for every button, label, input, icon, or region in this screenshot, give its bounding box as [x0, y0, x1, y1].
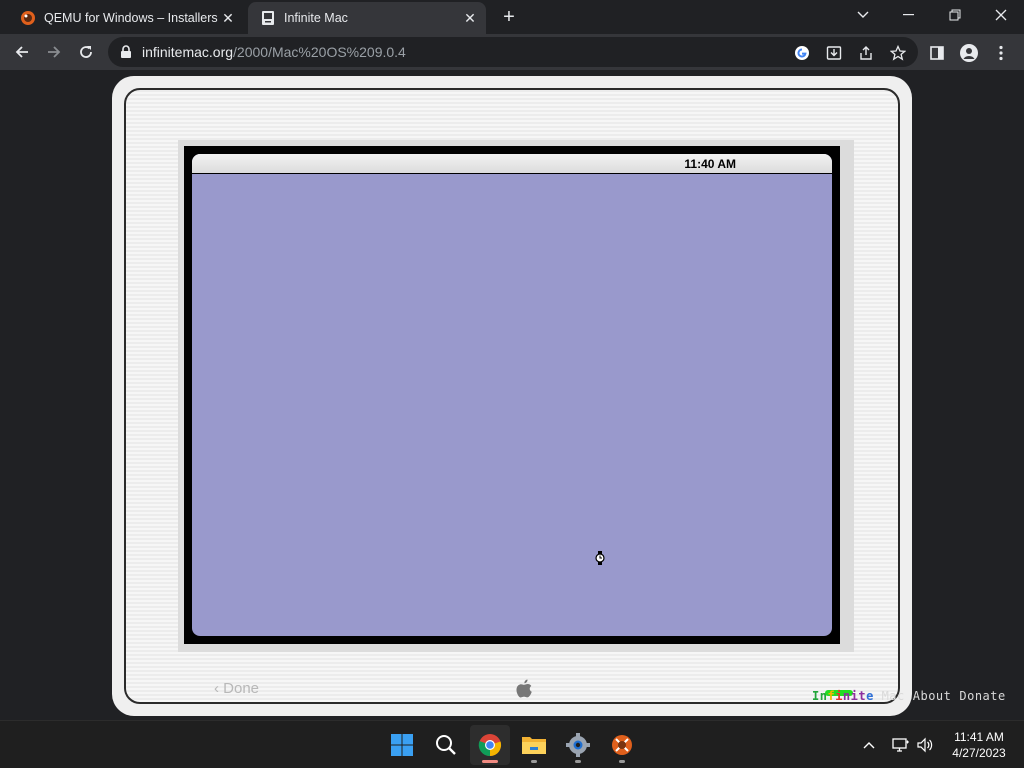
- restore-icon[interactable]: [932, 0, 978, 30]
- monitor-frame: 11:40 AM ‹ Done: [124, 88, 900, 704]
- brand-part: In: [812, 689, 828, 703]
- settings-icon: [566, 733, 590, 757]
- taskbar-time: 11:41 AM: [954, 730, 1004, 744]
- brand-part: i: [835, 689, 843, 703]
- done-button[interactable]: ‹ Done: [214, 680, 259, 697]
- forward-icon[interactable]: [40, 38, 68, 66]
- brand-part: Mac: [873, 689, 905, 703]
- side-panel-icon[interactable]: [926, 42, 948, 64]
- mac-favicon-icon: [262, 11, 274, 25]
- running-indicator: [482, 760, 498, 763]
- file-explorer-icon: [522, 737, 546, 754]
- mac-menu-bar[interactable]: 11:40 AM: [192, 154, 832, 174]
- start-button[interactable]: [382, 725, 422, 765]
- monitor-bezel: 11:40 AM ‹ Done: [112, 76, 912, 716]
- infinite-mac-brand[interactable]: Infinite Mac: [812, 689, 905, 703]
- taskbar-clock[interactable]: 11:41 AM 4/27/2023: [944, 729, 1014, 761]
- chrome-taskbar-button[interactable]: [470, 725, 510, 765]
- emulator-screen[interactable]: 11:40 AM: [184, 146, 840, 644]
- watch-cursor-icon: [595, 551, 605, 565]
- profile-avatar-icon[interactable]: [958, 42, 980, 64]
- menu-bar-clock[interactable]: 11:40 AM: [684, 157, 736, 171]
- close-tab-icon[interactable]: ✕: [460, 8, 480, 28]
- address-bar[interactable]: infinitemac.org/2000/Mac%20OS%209.0.4: [108, 37, 918, 67]
- close-window-icon[interactable]: [978, 0, 1024, 30]
- start-icon: [391, 734, 413, 756]
- running-indicator: [575, 760, 581, 763]
- network-icon[interactable]: [890, 735, 912, 755]
- show-hidden-icons-icon[interactable]: [858, 735, 880, 755]
- google-lens-icon[interactable]: [792, 43, 812, 63]
- lock-icon[interactable]: [120, 45, 132, 59]
- share-icon[interactable]: [856, 43, 876, 63]
- about-link[interactable]: About: [913, 689, 952, 703]
- tab-qemu[interactable]: QEMU for Windows – Installers (6 ✕: [8, 2, 244, 34]
- chrome-icon: [478, 734, 502, 757]
- donate-link[interactable]: Donate: [959, 689, 1005, 703]
- qemu-icon: [612, 735, 632, 755]
- search-icon: [436, 735, 456, 755]
- url-text: infinitemac.org/2000/Mac%20OS%209.0.4: [142, 44, 406, 60]
- tab-title: Infinite Mac: [284, 11, 348, 25]
- minimize-icon[interactable]: [886, 0, 932, 30]
- running-indicator: [619, 760, 625, 763]
- bookmark-star-icon[interactable]: [888, 43, 908, 63]
- settings-taskbar-button[interactable]: [558, 725, 598, 765]
- volume-icon[interactable]: [914, 735, 936, 755]
- qemu-taskbar-button[interactable]: [602, 725, 642, 765]
- url-host: infinitemac.org: [142, 44, 234, 60]
- windows-taskbar: 11:41 AM 4/27/2023: [0, 720, 1024, 768]
- close-tab-icon[interactable]: ✕: [218, 8, 238, 28]
- running-indicator: [531, 760, 537, 763]
- qemu-favicon-icon: [21, 11, 35, 25]
- search-button[interactable]: [426, 725, 466, 765]
- back-icon[interactable]: [8, 38, 36, 66]
- url-path: /2000/Mac%20OS%209.0.4: [233, 44, 406, 60]
- file-explorer-taskbar-button[interactable]: [514, 725, 554, 765]
- page-content: 11:40 AM ‹ Done Infinite Mac About Donat…: [0, 70, 1024, 720]
- tab-infinite-mac[interactable]: Infinite Mac ✕: [248, 2, 486, 34]
- brand-part: nit: [842, 689, 867, 703]
- new-tab-button[interactable]: +: [498, 6, 520, 28]
- tab-strip: QEMU for Windows – Installers (6 ✕ Infin…: [0, 0, 1024, 34]
- taskbar-date: 4/27/2023: [952, 746, 1006, 760]
- mac-desktop[interactable]: 11:40 AM: [192, 154, 832, 636]
- tab-search-icon[interactable]: [840, 0, 886, 30]
- brand-part: e: [866, 689, 874, 703]
- site-footer: Infinite Mac About Donate: [812, 686, 1006, 706]
- browser-toolbar: infinitemac.org/2000/Mac%20OS%209.0.4: [0, 34, 1024, 70]
- tab-title: QEMU for Windows – Installers (6: [44, 11, 218, 25]
- more-menu-icon[interactable]: [990, 42, 1012, 64]
- install-app-icon[interactable]: [824, 43, 844, 63]
- reload-icon[interactable]: [72, 38, 100, 66]
- apple-logo-icon: [516, 679, 532, 698]
